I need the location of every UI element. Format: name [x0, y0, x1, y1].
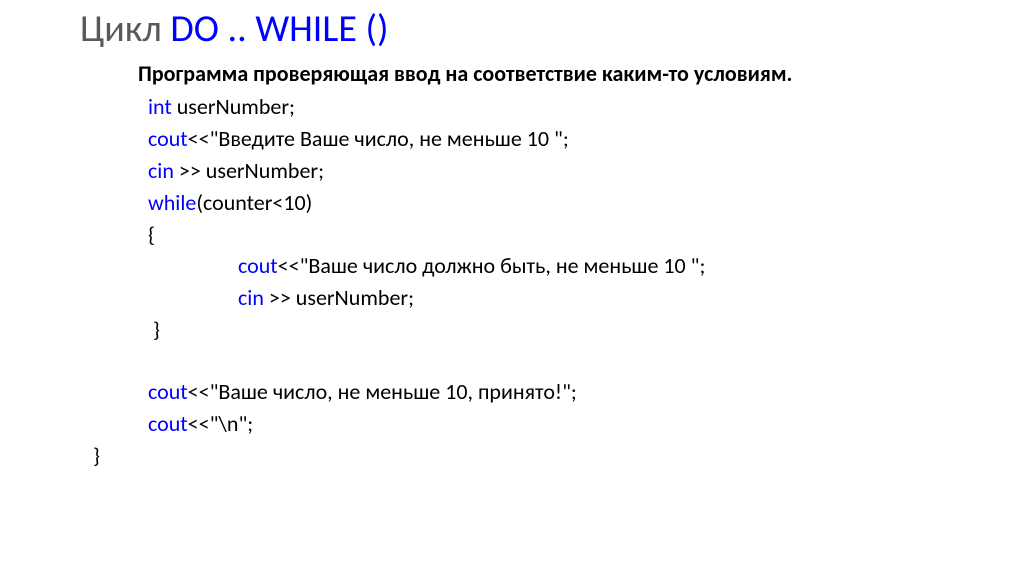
- keyword-cout: cout: [148, 125, 188, 152]
- keyword-while: while: [148, 189, 196, 216]
- code-gap: [148, 346, 1024, 376]
- keyword-cin: cin: [148, 157, 179, 184]
- keyword-cin-inner: cin: [238, 284, 269, 311]
- code-text-3: >> userNumber;: [179, 157, 324, 184]
- code-text-2: <<"Введите Ваше число, не меньше 10 ";: [188, 125, 569, 152]
- code-text-9: <<"Ваше число, не меньше 10, принято!";: [188, 378, 577, 405]
- code-text-4: (counter<10): [196, 189, 312, 216]
- brace-close-outer: }: [93, 442, 100, 469]
- code-line-2: cout<<"Введите Ваше число, не меньше 10 …: [148, 123, 1024, 155]
- code-line-9: cout<<"Ваше число, не меньше 10, принято…: [148, 376, 1024, 408]
- keyword-cout-2: cout: [148, 378, 188, 405]
- keyword-cout-3: cout: [148, 410, 188, 437]
- title-keyword: DO .. WHILE (): [170, 6, 388, 52]
- code-line-7: cin >> userNumber;: [148, 282, 1024, 314]
- code-text-7: >> userNumber;: [269, 284, 414, 311]
- keyword-int: int: [148, 93, 177, 120]
- code-block: int userNumber; cout<<"Введите Ваше числ…: [148, 91, 1024, 472]
- code-line-3: cin >> userNumber;: [148, 155, 1024, 187]
- code-line-1: int userNumber;: [148, 91, 1024, 123]
- code-line-4: while(counter<10): [148, 187, 1024, 219]
- code-text-1: userNumber;: [177, 93, 295, 120]
- code-line-8: }: [148, 314, 1024, 346]
- code-line-5: {: [148, 219, 1024, 251]
- code-line-10: cout<<"\n";: [148, 408, 1024, 440]
- code-line-11: }: [93, 440, 1024, 472]
- code-text-6: <<"Ваше число должно быть, не меньше 10 …: [278, 252, 706, 279]
- keyword-cout-inner: cout: [238, 252, 278, 279]
- slide-subtitle: Программа проверяющая ввод на соответств…: [138, 60, 1024, 87]
- slide-title: Цикл DO .. WHILE (): [80, 6, 1024, 52]
- code-text-10: <<"\n";: [188, 410, 254, 437]
- code-line-6: cout<<"Ваше число должно быть, не меньше…: [148, 250, 1024, 282]
- title-prefix: Цикл: [80, 6, 170, 52]
- brace-close-inner: }: [148, 316, 160, 343]
- brace-open: {: [148, 221, 155, 248]
